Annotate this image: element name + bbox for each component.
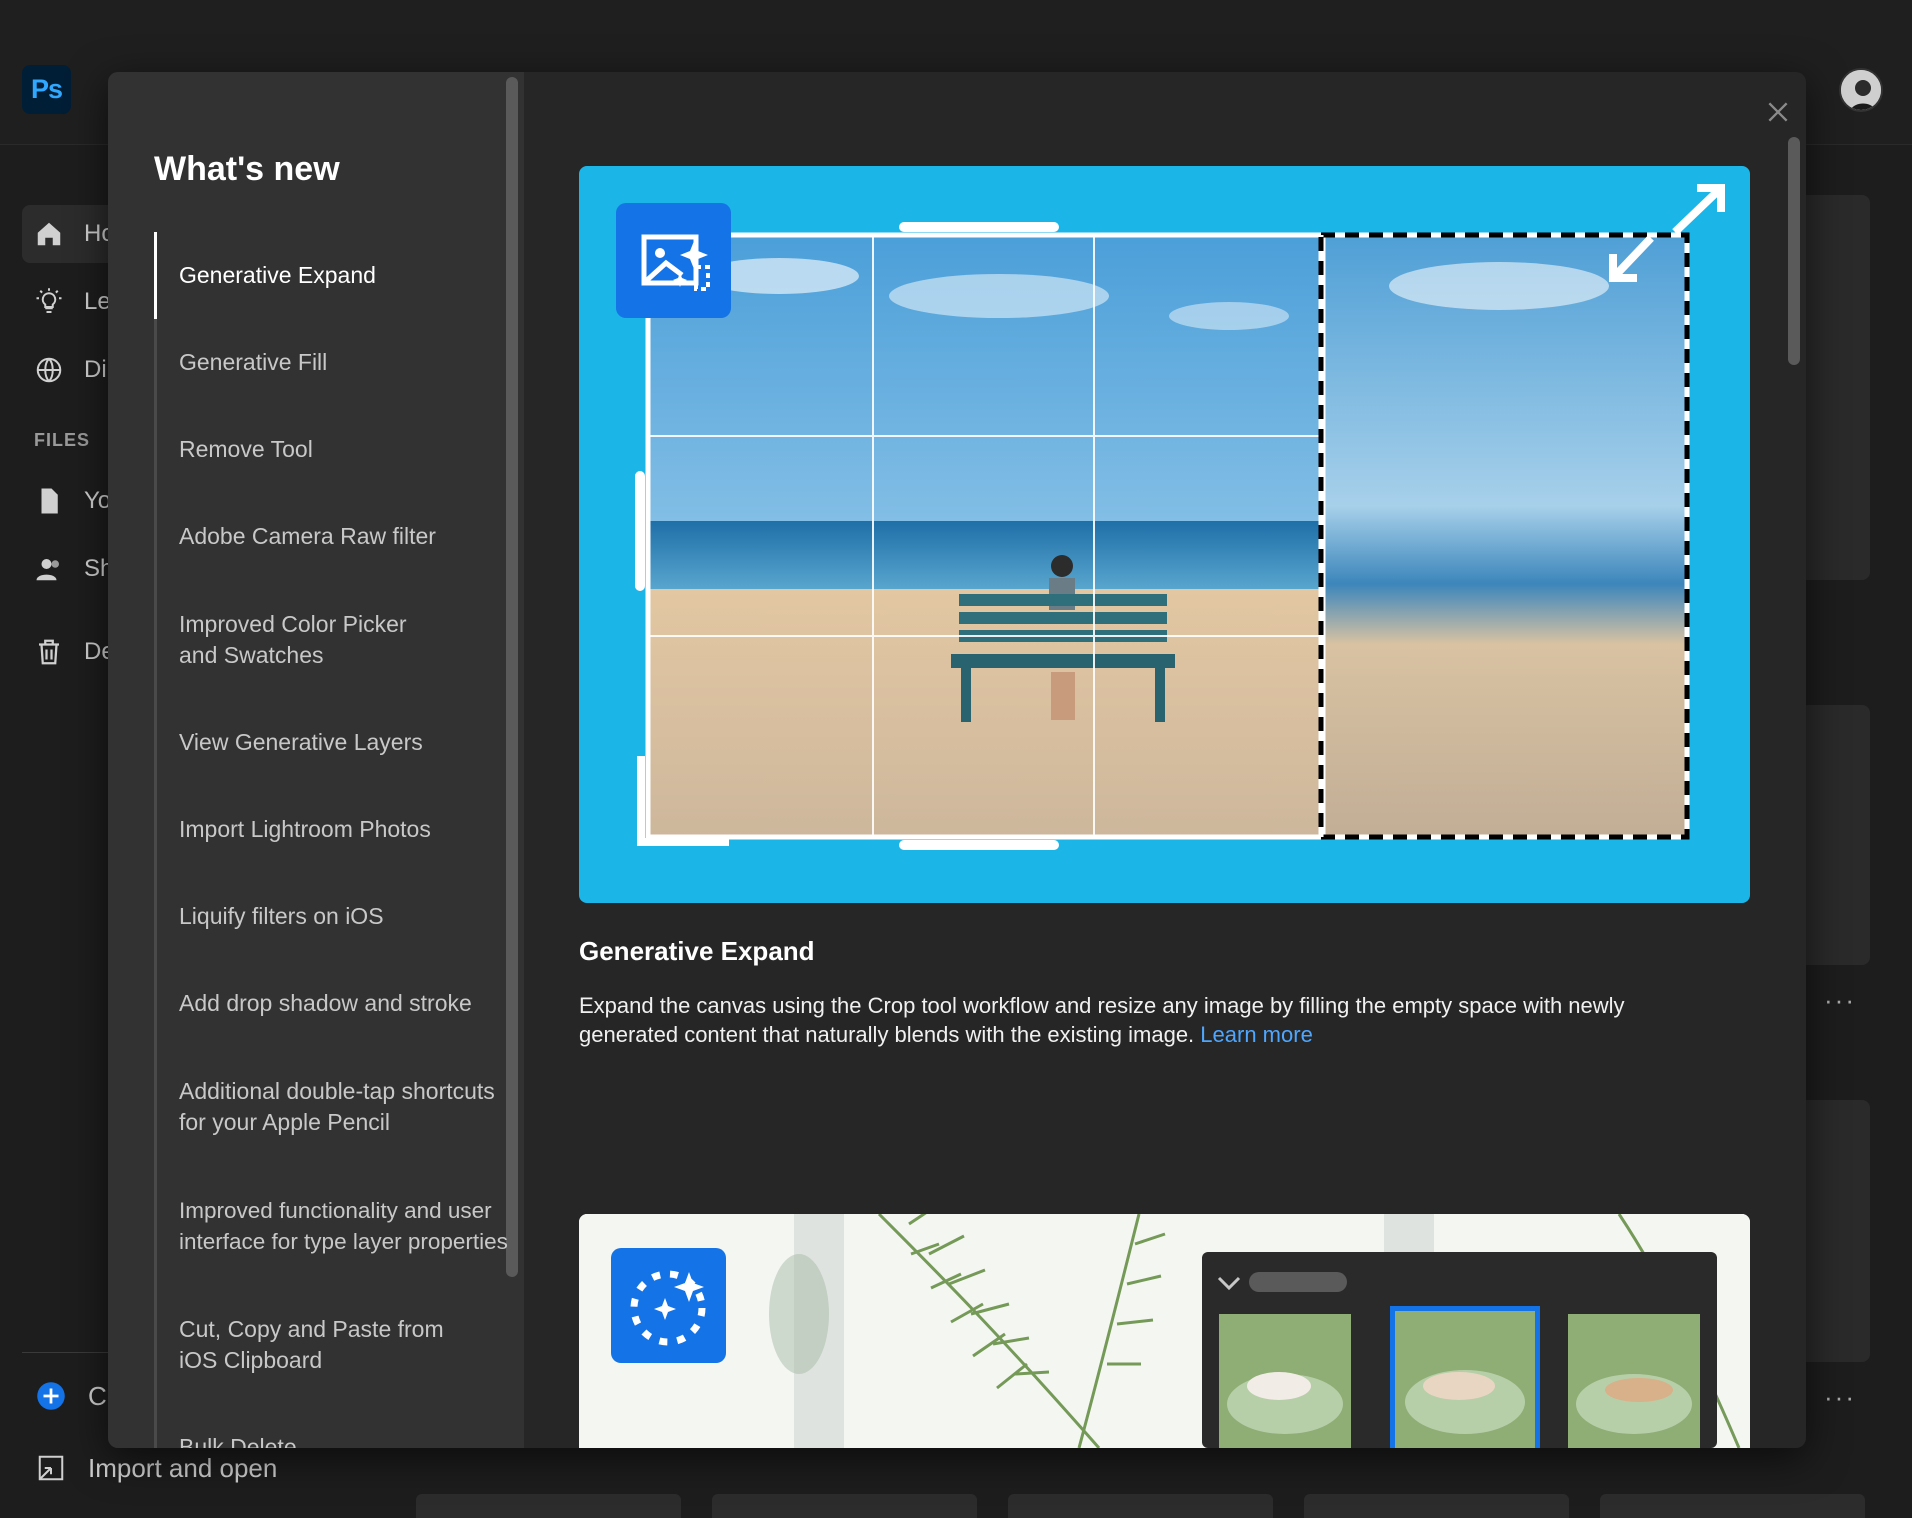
plus-circle-icon <box>37 1382 65 1410</box>
beach-photo <box>649 236 1322 836</box>
nav-item-drop-shadow[interactable]: Add drop shadow and stroke <box>154 960 514 1047</box>
generative-expand-icon <box>616 203 731 318</box>
bg-import-button[interactable]: Import and open <box>36 1448 277 1488</box>
files-section-label: FILES <box>34 430 91 450</box>
variation-thumbnail <box>1568 1314 1700 1448</box>
variation-thumbnail <box>1219 1314 1351 1448</box>
nav-item-liquify-ios[interactable]: Liquify filters on iOS <box>154 873 514 960</box>
bg-thumbnail <box>1600 1494 1865 1518</box>
bg-nav-label: Le <box>84 288 111 315</box>
generated-area <box>1322 236 1687 836</box>
dialog-title: What's new <box>154 150 340 188</box>
close-button[interactable] <box>1758 92 1798 132</box>
close-icon <box>1768 102 1788 122</box>
generative-expand-illustration <box>579 166 1750 903</box>
variation-thumbnail-selected <box>1390 1306 1540 1448</box>
nav-item-bulk-delete[interactable]: Bulk Delete <box>154 1404 514 1448</box>
bg-nav-label: Di <box>84 356 107 383</box>
learn-more-link[interactable]: Learn more <box>1200 1022 1313 1047</box>
nav-item-generative-layers[interactable]: View Generative Layers <box>154 699 514 786</box>
people-icon <box>36 559 59 581</box>
nav-item-camera-raw-filter[interactable]: Adobe Camera Raw filter <box>154 493 514 580</box>
bg-thumbnail <box>1304 1494 1569 1518</box>
nav-item-apple-pencil[interactable]: Additional double-tap shortcuts for your… <box>154 1047 514 1166</box>
photoshop-logo[interactable]: Ps <box>22 65 71 114</box>
bg-thumbnail <box>416 1494 681 1518</box>
bg-thumbnail <box>1008 1494 1273 1518</box>
import-icon <box>38 1455 64 1481</box>
trash-icon <box>39 639 59 665</box>
content-scrollbar[interactable] <box>1788 137 1800 365</box>
bg-content-card <box>1800 1100 1870 1362</box>
nav-item-ios-clipboard[interactable]: Cut, Copy and Paste from iOS Clipboard <box>154 1285 514 1404</box>
feature-title: Generative Expand <box>579 936 815 966</box>
generative-fill-illustration <box>579 1214 1750 1448</box>
nav-item-type-layer[interactable]: Improved functionality and user interfac… <box>154 1166 514 1285</box>
bg-create-button[interactable]: Cr <box>36 1376 115 1416</box>
feature-description-text: Expand the canvas using the Crop tool wo… <box>579 993 1625 1047</box>
nav-item-lightroom-photos[interactable]: Import Lightroom Photos <box>154 786 514 873</box>
nav-item-remove-tool[interactable]: Remove Tool <box>154 406 514 493</box>
generative-fill-icon <box>611 1248 726 1363</box>
more-options-icon[interactable]: ··· <box>1824 985 1856 1016</box>
nav-item-generative-expand[interactable]: Generative Expand <box>154 232 514 319</box>
more-options-icon[interactable]: ··· <box>1824 1382 1856 1413</box>
feature-description: Expand the canvas using the Crop tool wo… <box>579 991 1719 1049</box>
profile-avatar[interactable] <box>1839 68 1883 112</box>
file-icon <box>41 488 58 514</box>
feature-nav-list: Generative Expand Generative Fill Remove… <box>154 232 514 1448</box>
home-icon <box>37 222 61 246</box>
bg-thumbnail <box>712 1494 977 1518</box>
whats-new-nav-panel: What's new Generative Expand Generative … <box>108 72 524 1448</box>
globe-icon <box>36 357 62 383</box>
bg-content-card <box>1800 195 1870 580</box>
whats-new-dialog: What's new Generative Expand Generative … <box>108 72 1806 1448</box>
nav-item-generative-fill[interactable]: Generative Fill <box>154 319 514 406</box>
lightbulb-icon <box>36 288 62 313</box>
bg-import-label: Import and open <box>88 1452 278 1483</box>
bg-content-card <box>1800 705 1870 965</box>
nav-item-color-picker[interactable]: Improved Color Picker and Swatches <box>154 580 514 699</box>
